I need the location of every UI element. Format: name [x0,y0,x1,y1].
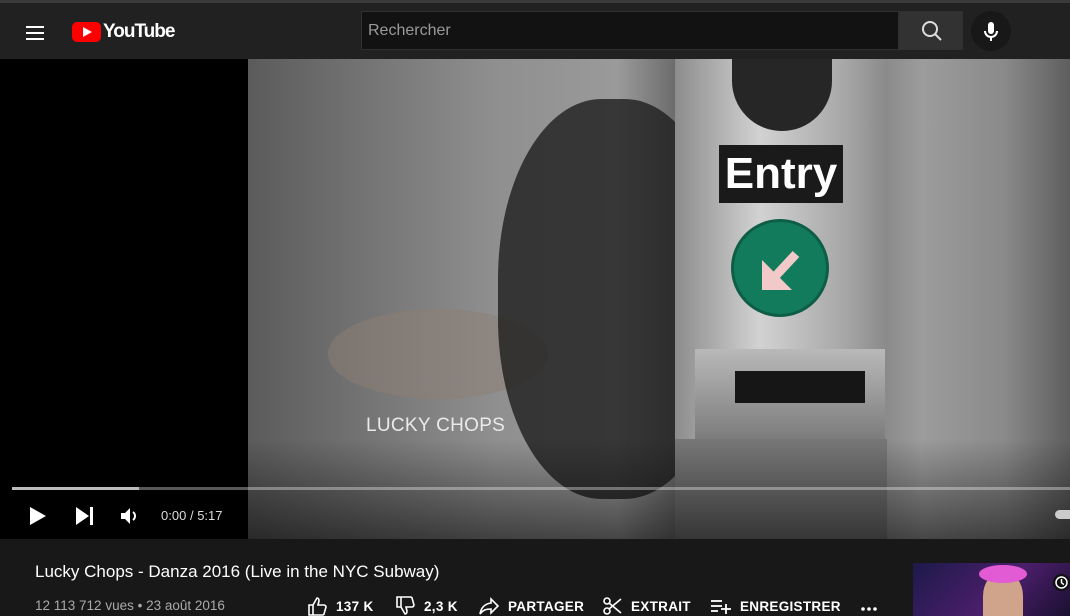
hamburger-icon-line [26,32,44,34]
next-icon [76,507,93,525]
thumbnail-hair [979,565,1027,583]
arrow-down-left-icon [762,250,800,290]
dislike-button[interactable]: 2,3 K [394,594,458,616]
card-slot-panel [695,349,885,439]
dislike-count: 2,3 K [424,598,458,614]
next-button[interactable] [67,501,101,531]
save-label: ENREGISTRER [740,598,841,614]
entry-arrow-sign [731,219,829,317]
card-slot [735,371,865,403]
progress-buffered [12,487,139,490]
logo-text: YouTube [103,21,175,42]
clip-label: EXTRAIT [631,598,691,614]
more-horizontal-icon [861,607,877,611]
recommended-video-thumbnail[interactable] [913,563,1070,616]
like-button[interactable]: 137 K [306,594,374,616]
time-separator: / [189,508,194,523]
youtube-logo[interactable]: YouTube [72,20,175,44]
play-button[interactable] [20,501,54,531]
search-input[interactable] [361,11,899,50]
more-actions-button[interactable] [858,594,880,616]
scissors-icon [603,597,622,615]
clock-icon [1055,576,1068,589]
video-meta: 12 113 712 vues • 23 août 2016 [35,598,225,613]
time-current: 0:00 [161,508,187,523]
like-count: 137 K [336,598,374,614]
playlist-add-icon [711,600,731,614]
voice-search-button[interactable] [971,11,1011,51]
time-display: 0:00 / 5:17 [161,508,223,523]
view-count: 12 113 712 vues [35,598,134,613]
watch-later-icon[interactable] [1053,574,1070,591]
play-icon [30,507,46,525]
search-icon [922,21,942,41]
hamburger-icon [26,26,44,28]
share-icon [479,597,500,615]
video-caption: LUCKY CHOPS [366,415,506,436]
time-total: 5:17 [197,508,223,523]
save-button[interactable]: ENREGISTRER [710,594,841,616]
search-button[interactable] [899,11,963,50]
youtube-play-icon [72,22,101,42]
menu-button[interactable] [18,17,54,47]
video-title: Lucky Chops - Danza 2016 (Live in the NY… [35,562,440,581]
clip-button[interactable]: EXTRAIT [601,594,691,616]
entry-sign: Entry [719,145,843,203]
upload-date: 23 août 2016 [146,598,225,613]
progress-bar[interactable] [12,487,1070,490]
turnstile-opening [732,59,832,131]
hamburger-icon-line [26,38,44,40]
share-label: PARTAGER [508,598,585,614]
volume-icon [121,508,136,524]
video-player[interactable]: Entry LUCKY CHOPS 0:00 / 5:17 [0,59,1070,539]
meta-separator: • [137,598,143,613]
autoplay-toggle[interactable] [1055,510,1070,519]
microphone-icon [984,22,998,41]
share-button[interactable]: PARTAGER [478,594,584,616]
mute-button[interactable] [112,501,146,531]
thumbs-up-icon [308,597,327,616]
thumbs-down-icon [396,596,415,615]
